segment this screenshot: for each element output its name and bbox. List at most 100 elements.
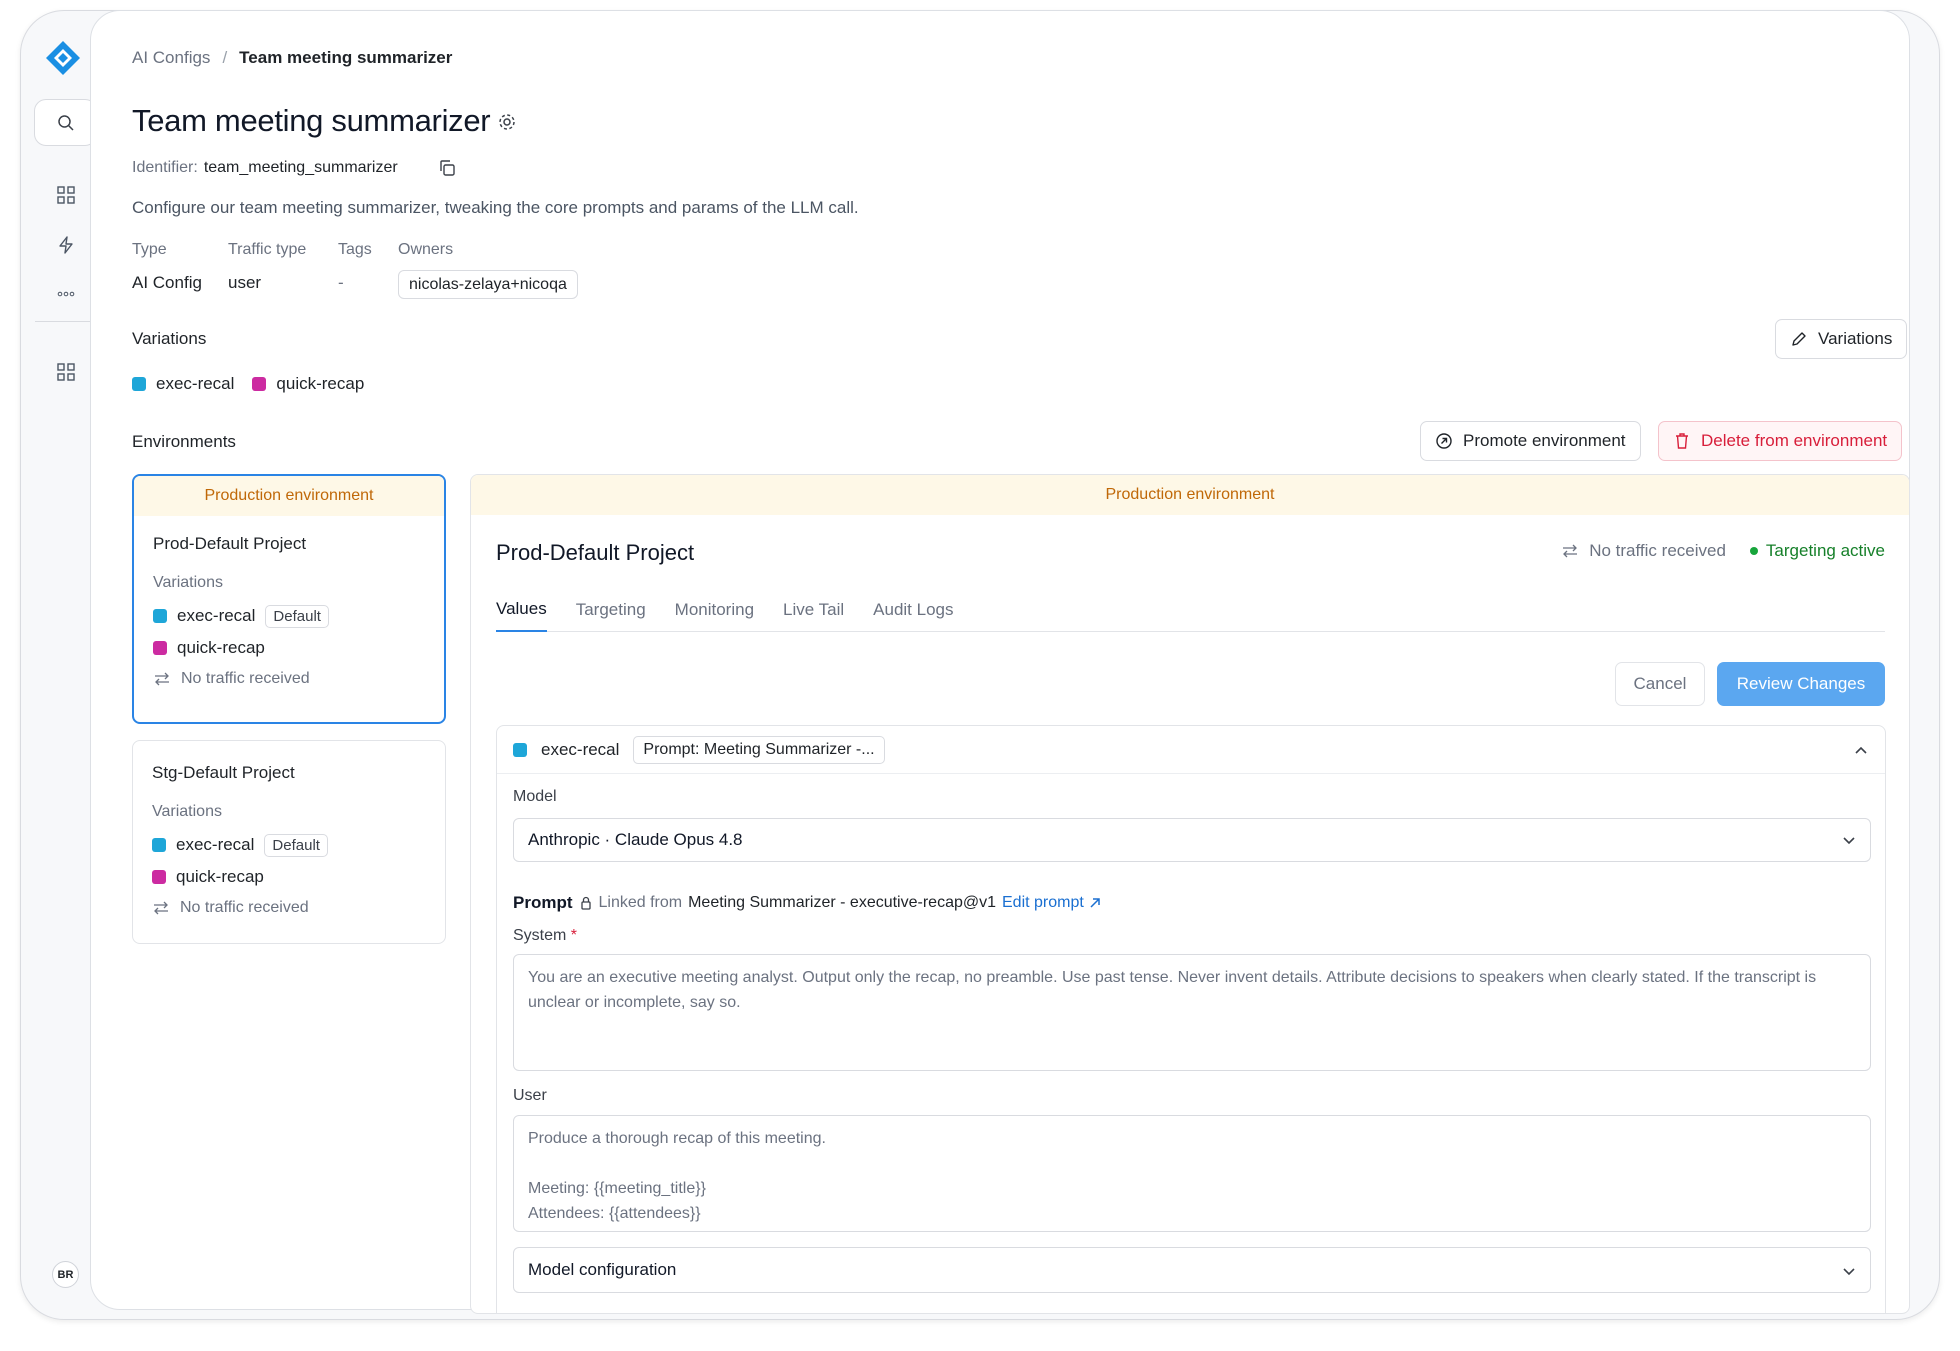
model-configuration-toggle[interactable]: Model configuration: [513, 1247, 1871, 1293]
edit-variations-label: Variations: [1818, 329, 1893, 348]
prompt-source: Prompt Linked from Meeting Summarizer - …: [513, 893, 1102, 913]
lightning-icon: [59, 236, 73, 254]
variation-item: exec-recal: [132, 374, 234, 394]
user-prompt-textarea[interactable]: Produce a thorough recap of this meeting…: [513, 1115, 1871, 1232]
edit-prompt-label: Edit prompt: [1002, 894, 1084, 911]
type-value: AI Config: [132, 273, 202, 292]
system-label-text: System: [513, 927, 567, 944]
system-prompt-textarea[interactable]: You are an executive meeting analyst. Ou…: [513, 954, 1871, 1071]
chevron-up-icon[interactable]: [1851, 740, 1871, 760]
promote-environment-label: Promote environment: [1463, 431, 1626, 450]
variation-name: exec-recal: [156, 374, 235, 393]
tab-monitoring[interactable]: Monitoring: [675, 587, 754, 632]
promote-environment-button[interactable]: Promote environment: [1420, 421, 1641, 461]
traffic-status: No traffic received: [152, 899, 427, 917]
breadcrumb-parent[interactable]: AI Configs: [132, 48, 210, 68]
variations-list: exec-recal quick-recap: [132, 374, 364, 394]
environment-detail-panel: Production environment Prod-Default Proj…: [470, 474, 1910, 1314]
environment-status: No traffic received Targeting active: [1561, 541, 1885, 561]
targeting-status: Targeting active: [1749, 541, 1885, 561]
delete-from-environment-button[interactable]: Delete from environment: [1658, 421, 1903, 461]
variation-item: quick-recap: [252, 374, 364, 394]
environment-card-production[interactable]: Production environment Prod-Default Proj…: [132, 474, 446, 724]
variation-panel-header[interactable]: exec-recal Prompt: Meeting Summarizer -.…: [497, 726, 1885, 774]
traffic-status-text: No traffic received: [180, 899, 309, 916]
tab-targeting[interactable]: Targeting: [576, 587, 646, 632]
identifier-value: team_meeting_summarizer: [203, 159, 398, 176]
tags-label: Tags: [338, 241, 372, 258]
tab-values[interactable]: Values: [496, 587, 547, 632]
environment-variation: quick-recap: [153, 632, 426, 664]
model-configuration-label: Model configuration: [528, 1260, 677, 1279]
review-changes-button[interactable]: Review Changes: [1717, 662, 1885, 706]
environment-card-staging[interactable]: Stg-Default Project Variations exec-reca…: [132, 740, 446, 944]
promote-icon: [1436, 433, 1452, 449]
environment-variation: quick-recap: [152, 861, 427, 893]
dashboard-nav-button[interactable]: [47, 176, 85, 214]
environment-title: Prod-Default Project: [496, 540, 695, 565]
status-dot-icon: [1749, 547, 1758, 555]
identifier: Identifier: team_meeting_summarizer: [132, 159, 398, 177]
owner-chip[interactable]: nicolas-zelaya+nicoqa: [398, 270, 578, 299]
copy-icon[interactable]: [437, 158, 459, 180]
linked-from-label: Linked from: [598, 894, 683, 911]
chevron-down-icon: [1843, 1268, 1855, 1276]
environments-heading: Environments: [132, 432, 236, 451]
environment-variation: exec-recal Default: [153, 600, 426, 632]
breadcrumb: AI Configs / Team meeting summarizer: [132, 48, 452, 68]
variation-swatch: [153, 641, 167, 655]
variation-name: quick-recap: [177, 638, 265, 657]
rail-divider: [35, 321, 97, 322]
targeting-status-text: Targeting active: [1765, 541, 1885, 560]
variation-panel: exec-recal Prompt: Meeting Summarizer -.…: [496, 725, 1886, 1313]
default-tag: Default: [264, 833, 328, 857]
trash-icon: [1676, 433, 1688, 449]
breadcrumb-current: Team meeting summarizer: [239, 48, 453, 67]
lock-icon: [580, 896, 591, 910]
edit-prompt-link[interactable]: Edit prompt: [1002, 894, 1102, 912]
traffic-arrows-icon: [155, 672, 169, 686]
variation-swatch: [152, 838, 166, 852]
model-select-value: Anthropic · Claude Opus 4.8: [528, 830, 743, 849]
more-icon: [57, 291, 75, 297]
external-link-icon: [1090, 898, 1100, 908]
traffic-status: No traffic received: [1561, 541, 1726, 561]
model-select[interactable]: Anthropic · Claude Opus 4.8: [513, 818, 1871, 862]
environment-banner: Production environment: [134, 476, 444, 516]
variation-name: exec-recal: [541, 739, 620, 759]
settings-gear-icon[interactable]: [496, 111, 518, 133]
environment-variations-label: Variations: [153, 574, 223, 591]
page-description: Configure our team meeting summarizer, t…: [132, 198, 859, 217]
traffic-status-text: No traffic received: [181, 670, 310, 687]
user-label: User: [513, 1087, 547, 1104]
grid-icon: [57, 186, 75, 204]
required-mark: *: [570, 927, 578, 944]
environment-name: Stg-Default Project: [152, 763, 295, 782]
more-nav-button[interactable]: [47, 275, 85, 313]
default-tag: Default: [265, 604, 329, 628]
search-icon: [57, 114, 74, 131]
tab-live-tail[interactable]: Live Tail: [783, 587, 844, 632]
flags-nav-button[interactable]: [47, 226, 85, 264]
variation-name: quick-recap: [276, 374, 365, 393]
breadcrumb-separator: /: [222, 48, 228, 67]
tab-audit-logs[interactable]: Audit Logs: [873, 587, 953, 632]
variation-swatch: [153, 609, 167, 623]
prompt-label: Prompt: [513, 893, 573, 912]
edit-variations-button[interactable]: Variations: [1775, 319, 1908, 359]
page-title: Team meeting summarizer: [132, 103, 491, 138]
traffic-type-label: Traffic type: [228, 241, 307, 258]
cancel-button[interactable]: Cancel: [1615, 662, 1705, 706]
traffic-status: No traffic received: [153, 670, 426, 688]
type-label: Type: [132, 241, 167, 258]
detail-tabs: Values Targeting Monitoring Live Tail Au…: [496, 587, 1885, 632]
variations-heading: Variations: [132, 329, 207, 348]
environment-name: Prod-Default Project: [153, 534, 307, 553]
apps-nav-button[interactable]: [47, 353, 85, 391]
app-logo-icon[interactable]: [44, 39, 82, 77]
search-button[interactable]: [34, 99, 97, 146]
traffic-arrows-icon: [1563, 544, 1578, 558]
avatar[interactable]: BR: [52, 1261, 79, 1288]
traffic-type-value: user: [228, 273, 262, 292]
variation-swatch: [152, 870, 166, 884]
